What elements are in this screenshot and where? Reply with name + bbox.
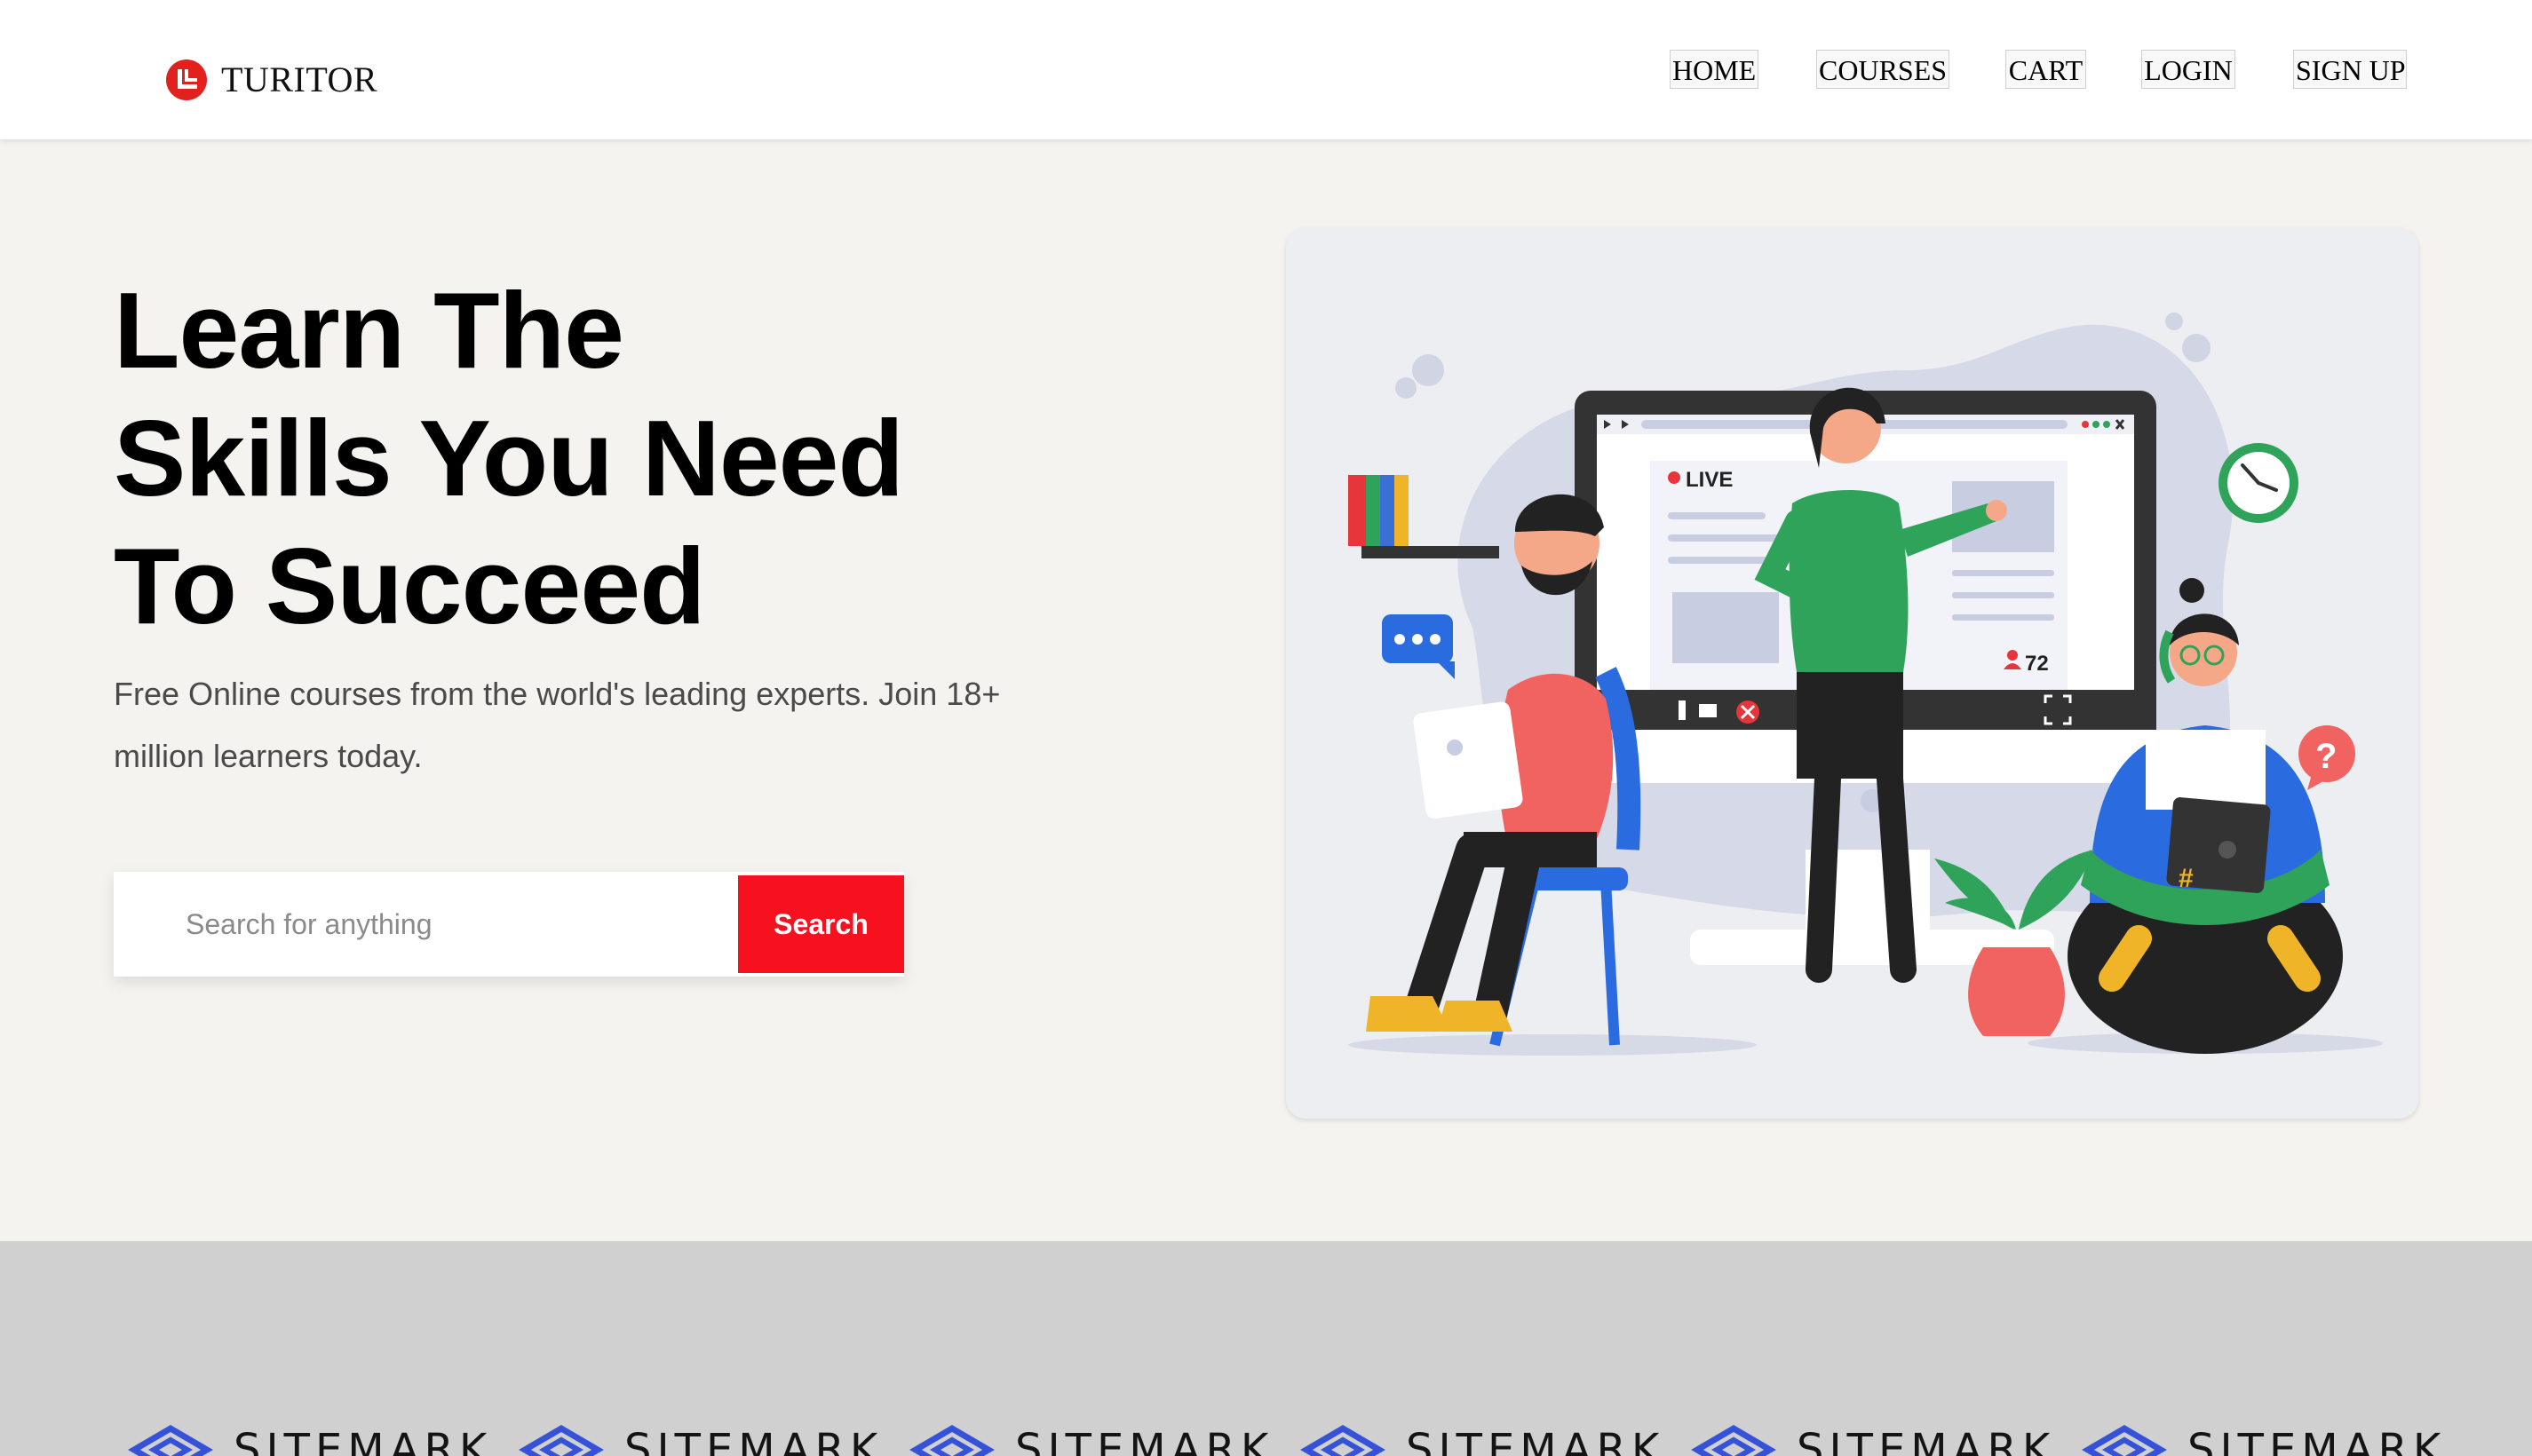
partner-name: SITEMARK	[1015, 1425, 1274, 1456]
nav-cart-link[interactable]: CART	[2005, 50, 2086, 89]
partner-name: SITEMARK	[1406, 1425, 1665, 1456]
partner-logo: SITEMARK	[127, 1423, 492, 1456]
site-header: TURITOR HOME COURSES CART LOGIN SIGN UP	[0, 0, 2532, 139]
search-button[interactable]: Search	[738, 875, 904, 973]
sitemark-logo-icon	[519, 1424, 604, 1456]
partner-name: SITEMARK	[2187, 1425, 2447, 1456]
partner-name: SITEMARK	[234, 1425, 493, 1456]
hero-title-line: Skills You Need	[114, 398, 904, 518]
nav-home-link[interactable]: HOME	[1670, 50, 1758, 89]
hero-title-line: To Succeed	[114, 526, 706, 646]
partner-logo: SITEMARK	[2081, 1423, 2446, 1456]
nav-signup-link[interactable]: SIGN UP	[2293, 50, 2407, 89]
sitemark-logo-icon	[909, 1424, 995, 1456]
help-question-icon: ?	[2315, 737, 2337, 776]
hero-title-line: Learn The	[114, 270, 624, 391]
hero-subtitle: Free Online courses from the world's lea…	[114, 676, 1001, 774]
viewer-count: 72	[2025, 652, 2049, 676]
sitemark-logo-icon	[128, 1424, 213, 1456]
partner-logo: SITEMARK	[1299, 1423, 1664, 1456]
sitemark-logo-icon	[2082, 1424, 2167, 1456]
partner-name: SITEMARK	[624, 1425, 884, 1456]
hashtag-sticker: #	[2179, 864, 2194, 893]
nav-login-link[interactable]: LOGIN	[2141, 50, 2235, 89]
online-learning-illustration: LIVE 72 # ?	[1348, 313, 2383, 1056]
partner-logo: SITEMARK	[909, 1423, 1274, 1456]
main-nav: HOME COURSES CART LOGIN SIGN UP	[0, 50, 2532, 92]
partner-logo: SITEMARK	[1690, 1423, 2055, 1456]
partner-logo: SITEMARK	[518, 1423, 883, 1456]
sitemark-logo-icon	[1691, 1424, 1776, 1456]
nav-courses-link[interactable]: COURSES	[1816, 50, 1949, 89]
partner-name: SITEMARK	[1797, 1425, 2056, 1456]
course-search-form: Search	[114, 872, 904, 977]
partners-band: SITEMARK SITEMARK SITEMARK SITEMARK SITE…	[0, 1241, 2532, 1456]
search-input[interactable]	[114, 872, 738, 977]
sitemark-logo-icon	[1300, 1424, 1385, 1456]
hero-illustration: LIVE 72 # ?	[1286, 228, 2418, 1119]
hero-title: Learn The Skills You Need To Succeed	[114, 266, 1002, 650]
live-badge: LIVE	[1686, 468, 1733, 492]
